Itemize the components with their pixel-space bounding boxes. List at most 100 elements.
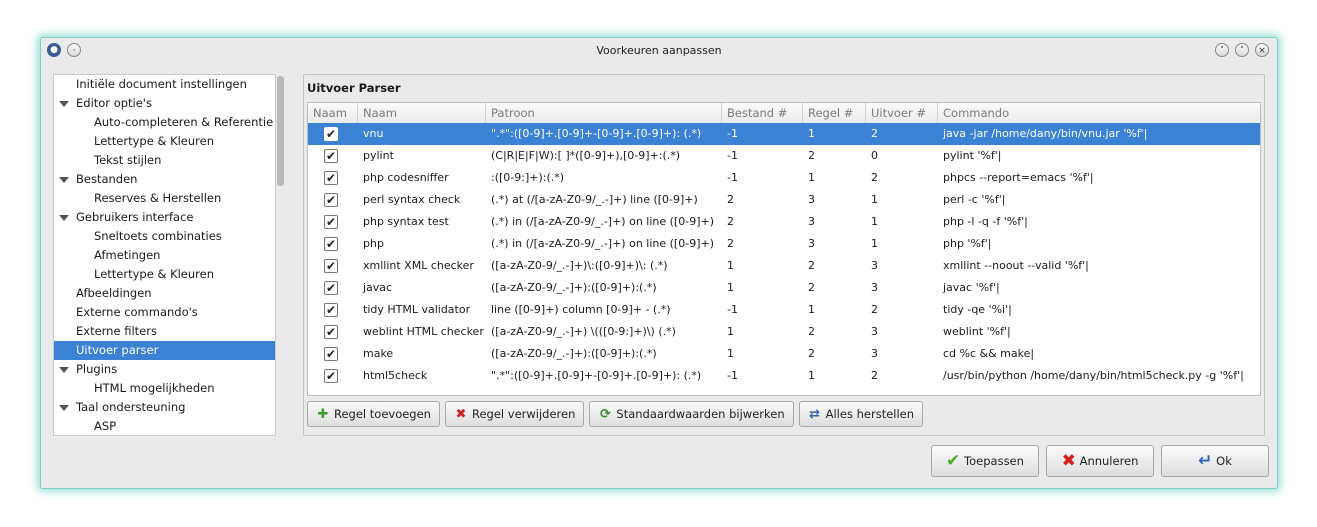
table-cell-pattern: ".*":([0-9]+.[0-9]+-[0-9]+.[0-9]+): (.*)	[491, 127, 702, 140]
tree-item[interactable]: Lettertype & Kleuren	[54, 132, 275, 151]
reset-all-button[interactable]: ⇄ Alles herstellen	[798, 401, 924, 427]
parser-table[interactable]: Naam Naam Patroon Bestand # Regel # Uitv…	[307, 102, 1261, 396]
enabled-checkbox[interactable]: ✔	[324, 281, 338, 295]
enabled-checkbox[interactable]: ✔	[324, 127, 338, 141]
table-cell-enabled: ✔	[308, 189, 358, 211]
enabled-checkbox[interactable]: ✔	[324, 237, 338, 251]
enabled-checkbox[interactable]: ✔	[324, 303, 338, 317]
table-cell-pattern: ([a-zA-Z0-9/_.-]+):([0-9]+):(.*)	[491, 347, 657, 360]
expand-arrow-icon[interactable]	[59, 215, 69, 221]
table-cell-line: 2	[808, 149, 815, 162]
ok-button[interactable]: ↵ Ok	[1161, 445, 1269, 477]
expand-arrow-icon[interactable]	[59, 405, 69, 411]
column-header-name[interactable]: Naam	[358, 103, 486, 123]
expand-arrow-icon[interactable]	[59, 101, 69, 107]
tree-item[interactable]: Plugins	[54, 360, 275, 379]
table-row[interactable]: ✔ pylint (C|R|E|F|W):[ ]*([0-9]+),[0-9]+:(…	[308, 145, 1260, 167]
table-row[interactable]: ✔ xmllint XML checker ([a-zA-Z0-9/_.-]+)\:…	[308, 255, 1260, 277]
table-cell-enabled: ✔	[308, 321, 358, 343]
enabled-checkbox[interactable]: ✔	[324, 347, 338, 361]
table-cell-line: 3	[808, 237, 815, 250]
column-header-file[interactable]: Bestand #	[722, 103, 803, 123]
category-tree[interactable]: Initiële document instellingen Editor op…	[53, 74, 276, 436]
preferences-window: ● · Voorkeuren aanpassen ˅ ˄ × Initiële …	[40, 37, 1278, 489]
table-cell-command: php '%f'|	[943, 237, 992, 250]
table-cell-line: 1	[808, 369, 815, 382]
table-cell-name: javac	[363, 281, 393, 294]
expand-arrow-icon[interactable]	[59, 367, 69, 373]
tree-item[interactable]: Initiële document instellingen	[54, 75, 275, 94]
tree-item[interactable]: Externe filters	[54, 322, 275, 341]
enabled-checkbox[interactable]: ✔	[324, 171, 338, 185]
column-header-pattern[interactable]: Patroon	[486, 103, 722, 123]
column-header-line[interactable]: Regel #	[803, 103, 866, 123]
output-parser-frame: Uitvoer Parser Naam Naam Patroon Bestand…	[303, 74, 1265, 436]
tree-item[interactable]: Lettertype & Kleuren	[54, 265, 275, 284]
enabled-checkbox[interactable]: ✔	[324, 369, 338, 383]
table-row-selected[interactable]: ✔ vnu ".*":([0-9]+.[0-9]+-[0-9]+.[0-9]+): …	[308, 123, 1260, 145]
column-header-command[interactable]: Commando	[938, 103, 1260, 123]
table-cell-enabled: ✔	[308, 299, 358, 321]
column-header-output[interactable]: Uitvoer #	[866, 103, 938, 123]
table-cell-output: 2	[871, 127, 878, 140]
enabled-checkbox[interactable]: ✔	[324, 259, 338, 273]
tree-item[interactable]: Tekst stijlen	[54, 151, 275, 170]
expand-arrow-icon[interactable]	[59, 177, 69, 183]
tree-item[interactable]: Afbeeldingen	[54, 284, 275, 303]
table-row[interactable]: ✔ php codesniffer:([0-9:]+):(.*) -1 1 2 phpcs…	[308, 167, 1260, 189]
table-cell-name: xmllint XML checker	[363, 259, 474, 272]
table-cell-output: 2	[871, 303, 878, 316]
table-row[interactable]: ✔ make ([a-zA-Z0-9/_.-]+):([0-9]+):(.*) 1 2 3…	[308, 343, 1260, 365]
table-row[interactable]: ✔ javac ([a-zA-Z0-9/_.-]+):([0-9]+):(.*) 1 2…	[308, 277, 1260, 299]
table-cell-file: -1	[727, 369, 738, 382]
refresh-icon: ⟳	[599, 406, 611, 422]
table-row[interactable]: ✔ weblint HTML checker ([a-zA-Z0-9/_.-]+) …	[308, 321, 1260, 343]
tree-item[interactable]: Bestanden	[54, 170, 275, 189]
tree-item[interactable]: Sneltoets combinaties	[54, 227, 275, 246]
update-defaults-button[interactable]: ⟳ Standaardwaarden bijwerken	[589, 401, 794, 427]
dialog-buttons: ✔ Toepassen ✖ Annuleren ↵ Ok	[931, 445, 1269, 477]
enabled-checkbox[interactable]: ✔	[324, 325, 338, 339]
close-button[interactable]: ×	[1255, 43, 1269, 57]
tree-item[interactable]: Externe commando's	[54, 303, 275, 322]
column-header-enabled[interactable]: Naam	[308, 103, 358, 123]
tree-item-selected[interactable]: Uitvoer parser	[54, 341, 275, 360]
cancel-button[interactable]: ✖ Annuleren	[1046, 445, 1154, 477]
tree-item[interactable]: Afmetingen	[54, 246, 275, 265]
enabled-checkbox[interactable]: ✔	[324, 215, 338, 229]
minimize-button[interactable]: ˅	[1215, 43, 1229, 57]
table-cell-output: 3	[871, 325, 878, 338]
table-cell-line: 2	[808, 281, 815, 294]
tree-item[interactable]: Editor optie's	[54, 94, 275, 113]
table-cell-output: 3	[871, 281, 878, 294]
tree-item[interactable]: ASP	[54, 417, 275, 435]
tree-item[interactable]: Reserves & Herstellen	[54, 189, 275, 208]
table-cell-file: 1	[727, 259, 734, 272]
table-cell-output: 3	[871, 259, 878, 272]
table-cell-line: 1	[808, 303, 815, 316]
tree-item[interactable]: Auto-completeren & Referentie	[54, 113, 275, 132]
table-row[interactable]: ✔ tidy HTML validator line ([0-9]+) column…	[308, 299, 1260, 321]
table-cell-output: 3	[871, 347, 878, 360]
table-row[interactable]: ✔ php syntax test (.*) in (/[a-zA-Z0-9/_.-…	[308, 211, 1260, 233]
table-row[interactable]: ✔ perl syntax check (.*) at (/[a-zA-Z0-9/_…	[308, 189, 1260, 211]
checkmark-icon: ✔	[946, 451, 961, 471]
remove-rule-button[interactable]: ✖ Regel verwijderen	[444, 401, 585, 427]
table-cell-name: pylint	[363, 149, 394, 162]
table-cell-pattern: line ([0-9]+) column [0-9]+ - (.*)	[491, 303, 671, 316]
table-header: Naam Naam Patroon Bestand # Regel # Uitv…	[308, 103, 1260, 124]
add-rule-button[interactable]: ✚ Regel toevoegen	[307, 401, 440, 427]
enabled-checkbox[interactable]: ✔	[324, 193, 338, 207]
table-row[interactable]: ✔ php (.*) in (/[a-zA-Z0-9/_.-]+) on line …	[308, 233, 1260, 255]
tree-item[interactable]: Gebruikers interface	[54, 208, 275, 227]
sidebar-scrollbar[interactable]	[277, 76, 284, 186]
apply-button[interactable]: ✔ Toepassen	[931, 445, 1039, 477]
maximize-button[interactable]: ˄	[1235, 43, 1249, 57]
table-row[interactable]: ✔ html5check ".*":([0-9]+.[0-9]+-[0-9]+.[0…	[308, 365, 1260, 387]
tree-item[interactable]: HTML mogelijkheden	[54, 379, 275, 398]
table-cell-file: 2	[727, 193, 734, 206]
titlebar: ● · Voorkeuren aanpassen ˅ ˄ ×	[41, 38, 1277, 64]
enabled-checkbox[interactable]: ✔	[324, 149, 338, 163]
tree-item[interactable]: Taal ondersteuning	[54, 398, 275, 417]
table-cell-enabled: ✔	[308, 255, 358, 277]
